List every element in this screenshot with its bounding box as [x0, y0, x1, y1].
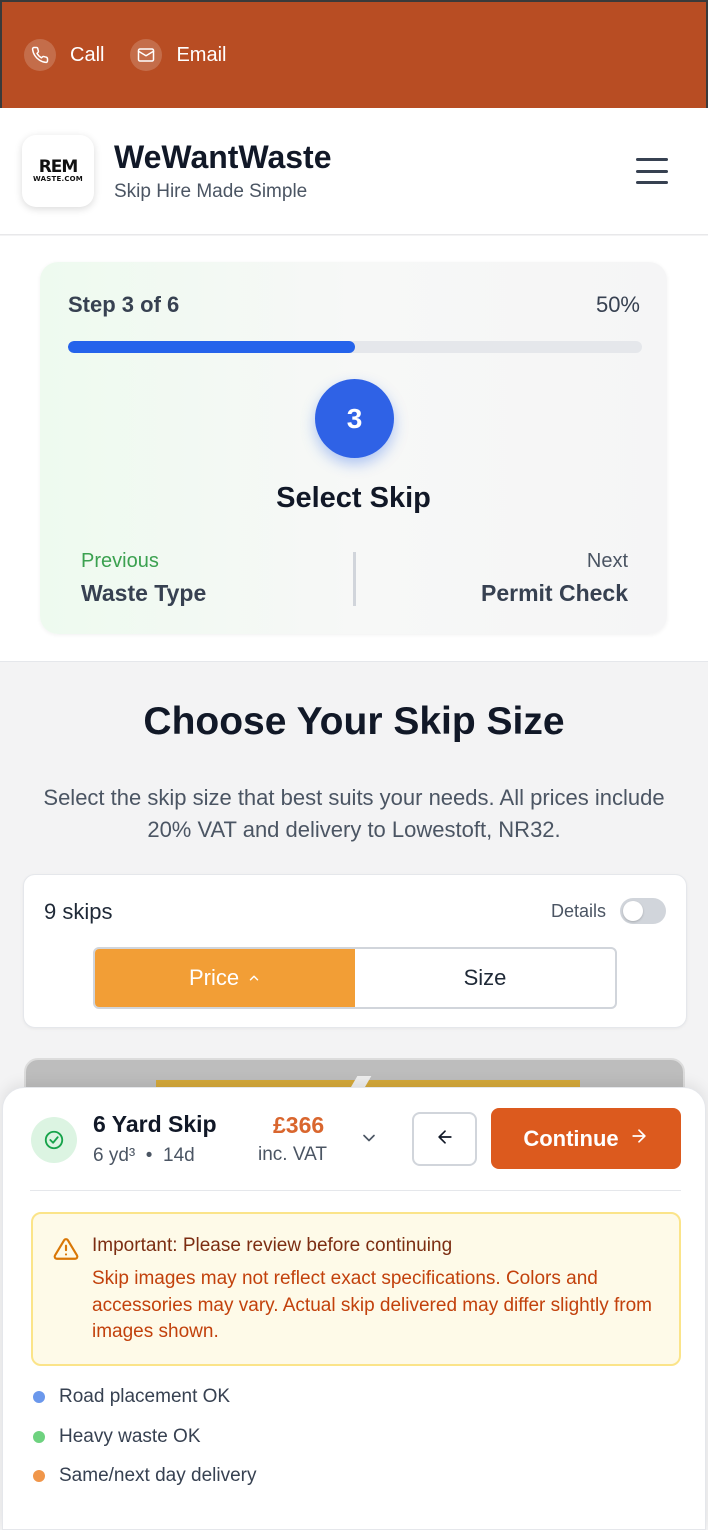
sort-price-button[interactable]: Price	[95, 949, 355, 1007]
step-title: Select Skip	[276, 482, 431, 514]
sort-segmented-control: Price Size	[93, 947, 617, 1009]
page-title: Choose Your Skip Size	[143, 700, 565, 743]
phone-icon	[24, 39, 56, 71]
call-label: Call	[70, 43, 105, 66]
details-toggle[interactable]	[620, 898, 666, 924]
meta-separator: •	[140, 1145, 158, 1166]
details-label: Details	[550, 901, 606, 921]
page-subtitle: Select the skip size that best suits you…	[43, 785, 665, 842]
logo-text-main: REM	[38, 157, 79, 177]
brand-block: WeWantWaste Skip Hire Made Simple	[114, 139, 332, 203]
continue-button[interactable]: Continue	[491, 1108, 681, 1169]
step-divider	[353, 552, 356, 606]
warning-box: Important: Please review before continui…	[31, 1212, 681, 1366]
next-step-link[interactable]: Permit Check	[481, 580, 628, 607]
previous-step-label: Previous	[81, 550, 159, 572]
chevron-down-icon[interactable]	[359, 1128, 379, 1148]
feature-item: Same/next day delivery	[33, 1465, 257, 1487]
brand-logo[interactable]: REM WASTE.COM	[22, 135, 94, 207]
sort-size-button[interactable]: Size	[355, 949, 615, 1007]
call-link[interactable]: Call	[24, 39, 104, 71]
feature-item: Road placement OK	[33, 1386, 230, 1408]
warning-title: Important: Please review before continui…	[92, 1235, 453, 1256]
hire-period: 14d	[163, 1145, 195, 1166]
mail-icon	[130, 39, 163, 71]
step-percent: 50%	[595, 292, 640, 317]
email-label: Email	[176, 43, 227, 66]
feature-label: Same/next day delivery	[59, 1465, 257, 1486]
skip-count: 9 skips	[44, 899, 113, 924]
arrow-left-icon	[435, 1127, 455, 1152]
feature-dot-icon	[33, 1470, 45, 1482]
step-number-badge: 3	[315, 379, 394, 458]
next-step-label: Next	[586, 550, 628, 572]
brand-subtitle: Skip Hire Made Simple	[114, 181, 308, 202]
toggle-knob	[623, 901, 643, 921]
feature-dot-icon	[33, 1391, 45, 1403]
chevron-up-icon	[247, 965, 261, 991]
sheet-divider	[30, 1190, 681, 1191]
price-note: inc. VAT	[258, 1144, 327, 1165]
selected-skip-name: 6 Yard Skip	[93, 1111, 217, 1137]
feature-label: Heavy waste OK	[59, 1426, 201, 1447]
progress-bar	[68, 341, 642, 353]
progress-section: Step 3 of 6 50% 3 Select Skip Previous W…	[0, 236, 708, 662]
feature-item: Heavy waste OK	[33, 1426, 201, 1448]
skip-size: 6 yd³	[93, 1145, 136, 1166]
back-button[interactable]	[412, 1112, 477, 1166]
continue-label: Continue	[523, 1125, 619, 1151]
selection-bottom-sheet: 6 Yard Skip 6 yd³ • 14d £366 inc. VAT Co…	[2, 1087, 706, 1530]
brand-title: WeWantWaste	[114, 139, 332, 175]
feature-label: Road placement OK	[59, 1386, 231, 1407]
step-label: Step 3 of 6	[68, 292, 180, 317]
check-circle-icon	[31, 1117, 77, 1163]
previous-step-link[interactable]: Waste Type	[81, 580, 206, 607]
arrow-right-icon	[629, 1126, 649, 1152]
sort-size-label: Size	[463, 965, 507, 990]
progress-bar-fill	[68, 341, 355, 353]
selected-skip-meta: 6 yd³ • 14d	[93, 1145, 195, 1167]
filter-card: 9 skips Details Price Size	[23, 874, 687, 1028]
progress-card: Step 3 of 6 50% 3 Select Skip Previous W…	[40, 262, 667, 634]
sort-price-label: Price	[188, 965, 240, 990]
email-link[interactable]: Email	[130, 39, 226, 71]
selected-skip-price: £366	[273, 1112, 325, 1138]
feature-dot-icon	[33, 1431, 45, 1443]
hamburger-menu-icon[interactable]	[636, 158, 668, 184]
warning-triangle-icon	[53, 1236, 79, 1262]
contact-bar: Call Email	[0, 0, 708, 108]
warning-body: Skip images may not reflect exact specif…	[92, 1268, 652, 1342]
logo-text-sub: WASTE.COM	[33, 175, 83, 183]
site-header: REM WASTE.COM WeWantWaste Skip Hire Made…	[0, 108, 708, 235]
